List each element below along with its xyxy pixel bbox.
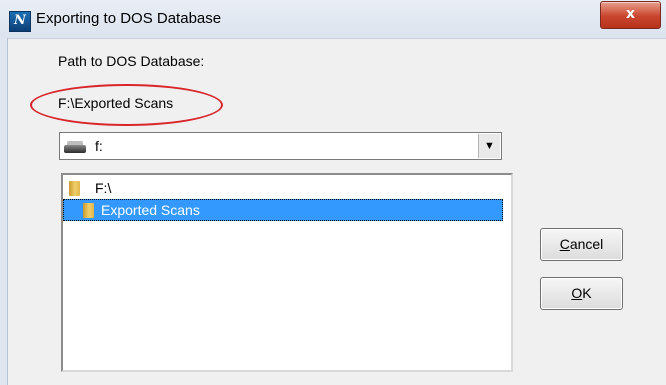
open-folder-icon: [69, 181, 80, 196]
cancel-mnemonic: C: [559, 236, 570, 252]
annotation-ellipse: [30, 84, 223, 126]
window-title: Exporting to DOS Database: [36, 10, 222, 27]
cancel-button[interactable]: Cancel: [540, 228, 623, 261]
ok-label-rest: K: [582, 285, 592, 301]
window-frame-left: [0, 38, 8, 385]
drive-icon: [64, 141, 86, 153]
directory-item-exported-scans[interactable]: Exported Scans: [63, 199, 503, 221]
path-label: Path to DOS Database:: [58, 53, 205, 69]
close-button[interactable]: x: [600, 1, 661, 29]
ok-button[interactable]: OK: [540, 277, 623, 310]
ok-mnemonic: O: [571, 285, 583, 301]
title-bar: N Exporting to DOS Database x: [0, 0, 666, 39]
directory-item-root[interactable]: F:\: [63, 177, 503, 199]
directory-list[interactable]: F:\ Exported Scans: [61, 173, 513, 372]
open-folder-icon: [83, 203, 94, 218]
app-icon: N: [9, 11, 31, 32]
directory-item-label: F:\: [95, 180, 112, 196]
cancel-label-rest: ancel: [569, 236, 604, 252]
chevron-down-icon[interactable]: ▼: [478, 134, 500, 158]
drive-select-value: f:: [95, 138, 103, 154]
directory-item-label: Exported Scans: [101, 202, 200, 218]
drive-select[interactable]: f: ▼: [59, 132, 502, 160]
